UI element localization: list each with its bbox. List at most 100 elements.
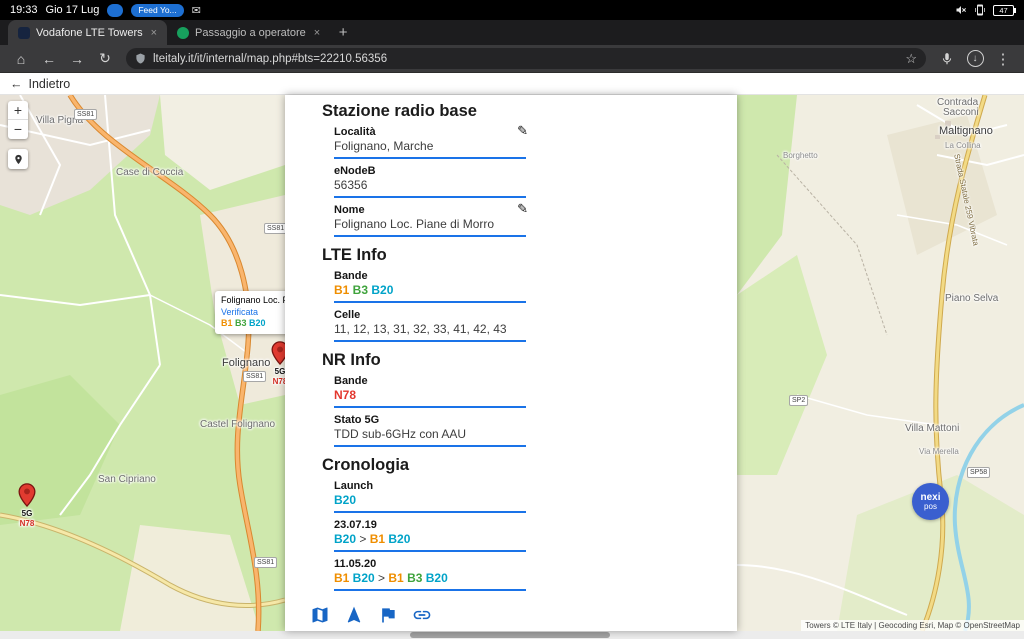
map-place-label: Piano Selva: [945, 293, 998, 304]
field-value: TDD sub-6GHz con AAU: [334, 427, 526, 442]
detail-panel: Stazione radio base Località✎Folignano, M…: [285, 95, 737, 631]
marker-tech-label: 5G: [275, 367, 285, 376]
zoom-control: + −: [8, 101, 28, 139]
tab-title: Passaggio a operatore: [195, 27, 306, 39]
popup-title: Folignano Loc. Piane di Morro: [221, 295, 285, 307]
map-place-label: La Collina: [945, 141, 981, 150]
field-value: 56356: [334, 178, 526, 193]
nexi-pos-logo: nexi pos: [912, 483, 949, 520]
reload-button[interactable]: ↻: [92, 47, 118, 71]
navigate-icon[interactable]: [344, 605, 364, 625]
map-left[interactable]: + − Folignano Loc. Piane di Morro Verifi…: [0, 95, 285, 631]
station-field: eNodeB56356: [334, 165, 526, 198]
map-place-label: Folignano: [222, 357, 270, 369]
date: Gio 17 Lug: [46, 4, 100, 16]
back-label: Indietro: [29, 77, 71, 91]
home-button[interactable]: ⌂: [8, 47, 34, 71]
popup-verified-link[interactable]: Verificata: [221, 307, 285, 319]
map-marker-control[interactable]: [8, 149, 28, 169]
field-label: Bande: [334, 375, 526, 388]
field-label: Nome: [334, 204, 526, 217]
road-shield: SP58: [967, 467, 990, 478]
field-value: N78: [334, 388, 526, 403]
panel-action-bar: [310, 605, 737, 625]
section-title: Stazione radio base: [322, 102, 737, 121]
map-attribution: Towers © LTE Italy | Geocoding Esri, Map…: [801, 620, 1024, 631]
station-field: Nome✎Folignano Loc. Piane di Morro: [334, 204, 526, 237]
section-title: LTE Info: [322, 246, 737, 265]
station-sections: Stazione radio base Località✎Folignano, M…: [322, 102, 737, 591]
browser-tab[interactable]: Passaggio a operatore ×: [167, 20, 330, 45]
h-scrollbar: [0, 631, 1024, 639]
map-place-label: Sacconi: [943, 107, 979, 118]
back-bar[interactable]: ← Indietro: [0, 73, 1024, 95]
map-right[interactable]: nexi pos Towers © LTE Italy | Geocoding …: [737, 95, 1024, 631]
map-place-label: Borghetto: [783, 151, 818, 160]
url-bar[interactable]: lteitaly.it/it/internal/map.php#bts=2221…: [126, 48, 926, 69]
field-value: Folignano Loc. Piane di Morro: [334, 217, 526, 232]
station-popup[interactable]: Folignano Loc. Piane di Morro Verificata…: [215, 291, 285, 334]
status-icons: 47: [955, 4, 1014, 16]
field-label: 23.07.19: [334, 519, 526, 532]
tab-close-icon[interactable]: ×: [149, 27, 159, 39]
station-field: BandeN78: [334, 375, 526, 408]
edit-pencil-icon[interactable]: ✎: [517, 123, 528, 139]
map-place-label: Villa Mattoni: [905, 423, 959, 434]
back-button[interactable]: ←: [36, 47, 62, 71]
station-field: Località✎Folignano, Marche: [334, 126, 526, 159]
section-title: NR Info: [322, 351, 737, 370]
station-field: Celle11, 12, 13, 31, 32, 33, 41, 42, 43: [334, 309, 526, 342]
map-right-tiles: [737, 95, 1024, 631]
zoom-in-button[interactable]: +: [8, 101, 28, 120]
notification-pill[interactable]: Feed Yo...: [131, 4, 183, 17]
site-info-icon[interactable]: [135, 53, 146, 64]
tab-close-icon[interactable]: ×: [312, 27, 322, 39]
field-value: Folignano, Marche: [334, 139, 526, 154]
road-shield: SS81: [74, 109, 97, 120]
station-field: 23.07.19B20 > B1 B20: [334, 519, 526, 552]
tab-list: Vodafone LTE Towers×Passaggio a operator…: [8, 20, 330, 45]
map-place-label: Via Merella: [919, 447, 959, 456]
browser-tab[interactable]: Vodafone LTE Towers ×: [8, 20, 167, 45]
field-label: Bande: [334, 270, 526, 283]
download-icon[interactable]: ↓: [962, 47, 988, 71]
map-place-label: Castel Folignano: [200, 419, 275, 430]
field-label: Stato 5G: [334, 414, 526, 427]
h-scrollbar-thumb[interactable]: [410, 632, 610, 638]
marker-band-label: N78: [273, 377, 285, 386]
road-shield: SS81: [254, 557, 277, 568]
status-bar: 19:33 Gio 17 Lug Feed Yo... ✉ 47: [0, 0, 1024, 20]
tab-favicon: [18, 27, 30, 39]
back-arrow-icon: ←: [10, 77, 23, 91]
mute-icon: [955, 4, 967, 16]
tower-marker[interactable]: [19, 483, 36, 507]
tab-title: Vodafone LTE Towers: [36, 27, 143, 39]
section-title: Cronologia: [322, 456, 737, 475]
field-value: B1 B20 > B1 B3 B20: [334, 571, 526, 586]
bookmark-star-icon[interactable]: ☆: [905, 51, 917, 67]
flag-icon[interactable]: [378, 605, 398, 625]
road-shield: SS81: [243, 371, 266, 382]
forward-button[interactable]: →: [64, 47, 90, 71]
notification-icon[interactable]: [107, 4, 123, 17]
station-field: BandeB1 B3 B20: [334, 270, 526, 303]
url-text[interactable]: lteitaly.it/it/internal/map.php#bts=2221…: [153, 53, 898, 65]
field-value: 11, 12, 13, 31, 32, 33, 41, 42, 43: [334, 322, 526, 337]
field-value: B20: [334, 493, 526, 508]
mic-icon[interactable]: [934, 47, 960, 71]
edit-pencil-icon[interactable]: ✎: [517, 201, 528, 217]
map-icon[interactable]: [310, 605, 330, 625]
zoom-out-button[interactable]: −: [8, 120, 28, 139]
popup-bands: B1 B3 B20: [221, 318, 285, 330]
tower-marker[interactable]: [272, 341, 286, 365]
station-field: LaunchB20: [334, 480, 526, 513]
page-content: + − Folignano Loc. Piane di Morro Verifi…: [0, 95, 1024, 631]
station-field: 11.05.20B1 B20 > B1 B3 B20: [334, 558, 526, 591]
link-icon[interactable]: [412, 605, 432, 625]
new-tab-button[interactable]: +: [330, 24, 356, 41]
road-shield: SS81: [264, 223, 285, 234]
menu-kebab-icon[interactable]: ⋮: [990, 47, 1016, 71]
field-label: Celle: [334, 309, 526, 322]
mail-icon: ✉: [192, 4, 201, 17]
battery-icon: 47: [993, 5, 1014, 16]
